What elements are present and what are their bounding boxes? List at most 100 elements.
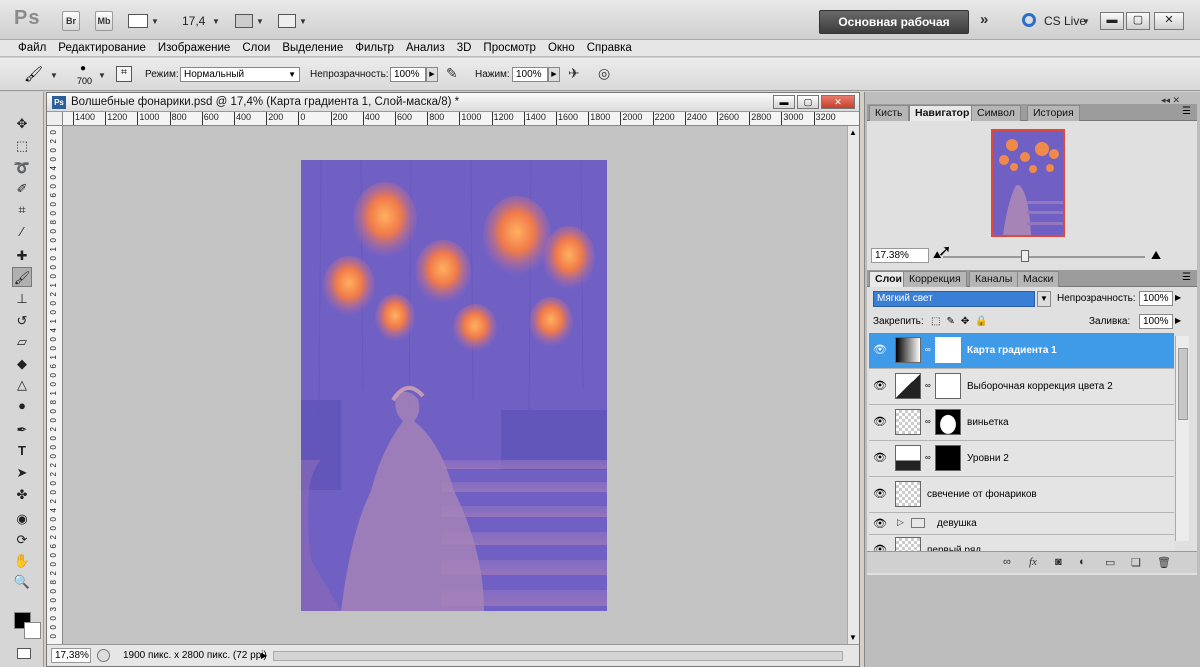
chevron-down-icon[interactable]: ▼ [212,17,220,26]
move-tool-icon[interactable]: ✥ [12,114,32,134]
zoom-tool-icon[interactable]: 🔍 [12,572,32,592]
crop-tool-icon[interactable]: ⌗ [12,200,32,220]
doc-minimize-button[interactable]: ▬ [773,95,795,109]
zoom-in-icon[interactable]: ⛰ [1151,248,1161,263]
menu-3d[interactable]: 3D [451,40,478,56]
3d-orbit-tool-icon[interactable]: ⟳ [12,530,32,550]
visibility-eye-icon[interactable]: 👁 [873,487,887,501]
menu-edit[interactable]: Редактирование [52,40,152,56]
type-tool-icon[interactable]: T [12,441,32,461]
brush-tool-icon[interactable]: 🖌 [24,65,43,83]
add-mask-icon[interactable]: ◙ [1055,556,1062,568]
vertical-ruler[interactable]: 0 2 0 0 4 0 0 6 0 0 8 0 0 1 0 0 0 1 2 0 0 1 4 0 0 1 6 0 0 1 8 0 0 2 0 0 0 2 2 0… [47,126,63,644]
3d-rotate-tool-icon[interactable]: ◉ [12,509,32,529]
visibility-eye-icon[interactable]: 👁 [873,415,887,429]
tab-brush[interactable]: Кисть [869,105,909,121]
chevron-down-icon[interactable]: ▼ [256,17,264,26]
fill-field[interactable]: 100% [1139,314,1173,329]
chevron-down-icon[interactable]: ▼ [151,17,159,26]
cs-live-label[interactable]: CS Live [1044,14,1086,28]
flow-field[interactable]: 100% [512,67,548,82]
ruler-origin[interactable] [47,112,63,126]
maximize-button[interactable]: ▢ [1126,12,1150,30]
chevron-down-icon[interactable]: ▼ [1082,17,1090,26]
navigator-zoom-slider[interactable] [943,256,1145,258]
link-icon[interactable]: ∞ [925,381,931,390]
zoom-level[interactable]: 17,4 [182,14,205,28]
tab-character[interactable]: Символ [971,105,1021,121]
scroll-down-icon[interactable]: ▼ [849,633,857,642]
tab-navigator[interactable]: Навигатор [909,105,976,121]
lock-all-icon[interactable]: 🔒 [975,316,993,327]
panel-menu-icon[interactable]: ☰ [1182,106,1191,117]
layer-row-selective-color[interactable]: 👁 ∞ Выборочная коррекция цвета 2 [869,369,1174,405]
lock-pixels-icon[interactable]: ✎ [946,316,960,327]
pressure-size-icon[interactable]: ◎ [598,65,610,82]
chevron-down-icon[interactable]: ▼ [299,17,307,26]
brush-tool-icon[interactable]: 🖌 [12,267,32,287]
chevron-down-icon[interactable]: ▼ [1037,291,1051,307]
mask-thumbnail[interactable] [935,373,961,399]
layers-scrollbar[interactable] [1175,336,1189,541]
mask-thumbnail[interactable] [935,409,961,435]
tab-history[interactable]: История [1027,105,1080,121]
navigator-zoom-field[interactable]: 17.38% [871,248,929,263]
menu-file[interactable]: Файл [12,40,52,56]
bridge-button[interactable]: Br [62,11,80,31]
document-title-bar[interactable]: Ps Волшебные фонарики.psd @ 17,4% (Карта… [47,93,859,112]
lock-transparent-icon[interactable]: ⬚ [931,316,946,327]
visibility-eye-icon[interactable]: 👁 [873,517,887,531]
brush-panel-icon[interactable]: ⌗ [116,66,132,82]
tab-adjustments[interactable]: Коррекция [903,271,967,287]
eyedropper-tool-icon[interactable]: ⁄ [12,222,32,242]
menu-help[interactable]: Справка [581,40,638,56]
hand-tool-icon[interactable]: ✋ [12,551,32,571]
fx-icon[interactable]: fx [1029,556,1037,568]
history-brush-tool-icon[interactable]: ↺ [12,311,32,331]
opacity-slider-button[interactable]: ▶ [426,67,438,82]
chevron-down-icon[interactable]: ▼ [50,71,58,80]
visibility-eye-icon[interactable]: 👁 [873,343,887,357]
tab-channels[interactable]: Каналы [969,271,1019,287]
layer-row-gradient-map[interactable]: 👁 ∞ Карта градиента 1 [869,333,1174,369]
menu-image[interactable]: Изображение [152,40,236,56]
status-zoom-field[interactable]: 17,38% [51,648,91,663]
mask-thumbnail[interactable] [935,337,961,363]
vertical-scrollbar[interactable]: ▲ ▼ [847,126,859,644]
quick-mask-icon[interactable] [17,648,31,659]
chevron-down-icon[interactable]: ▼ [98,71,106,80]
pen-tool-icon[interactable]: ✒ [12,420,32,440]
shape-tool-icon[interactable]: ✤ [12,485,32,505]
opacity-field[interactable]: 100% [390,67,426,82]
lasso-tool-icon[interactable]: ➰ [12,158,32,178]
mini-bridge-button[interactable]: Mb [95,11,113,31]
visibility-eye-icon[interactable]: 👁 [873,451,887,465]
layer-row-levels[interactable]: 👁 ∞ Уровни 2 [869,441,1174,477]
fill-arrow-icon[interactable]: ▶ [1175,316,1181,325]
navigator-slider-knob[interactable] [1021,250,1029,262]
menu-select[interactable]: Выделение [276,40,349,56]
screen-mode-icon[interactable] [278,14,296,28]
path-selection-tool-icon[interactable]: ➤ [12,463,32,483]
menu-filter[interactable]: Фильтр [349,40,400,56]
document-image[interactable] [301,160,607,611]
link-icon[interactable]: ∞ [925,345,931,354]
layer-opacity-field[interactable]: 100% [1139,291,1173,306]
airbrush-icon[interactable]: ✈ [568,65,580,82]
flow-slider-button[interactable]: ▶ [548,67,560,82]
navigator-thumbnail[interactable] [991,129,1065,237]
layer-row-lantern-glow[interactable]: 👁 свечение от фонариков [869,477,1174,513]
pressure-opacity-icon[interactable]: ✎ [446,65,458,82]
quick-selection-tool-icon[interactable]: ✐ [12,179,32,199]
view-extras-icon[interactable] [128,14,148,28]
arrange-documents-icon[interactable] [235,14,253,28]
opacity-arrow-icon[interactable]: ▶ [1175,293,1181,302]
workspace-button[interactable]: Основная рабочая среда [819,10,969,51]
minimize-button[interactable]: ▬ [1100,12,1124,30]
more-workspaces-icon[interactable]: » [980,11,988,28]
tab-masks[interactable]: Маски [1017,271,1060,287]
menu-layers[interactable]: Слои [236,40,276,56]
layer-group-girl[interactable]: 👁 ▷ девушка [869,513,1174,535]
panel-menu-icon[interactable]: ☰ [1182,272,1191,283]
menu-window[interactable]: Окно [542,40,581,56]
